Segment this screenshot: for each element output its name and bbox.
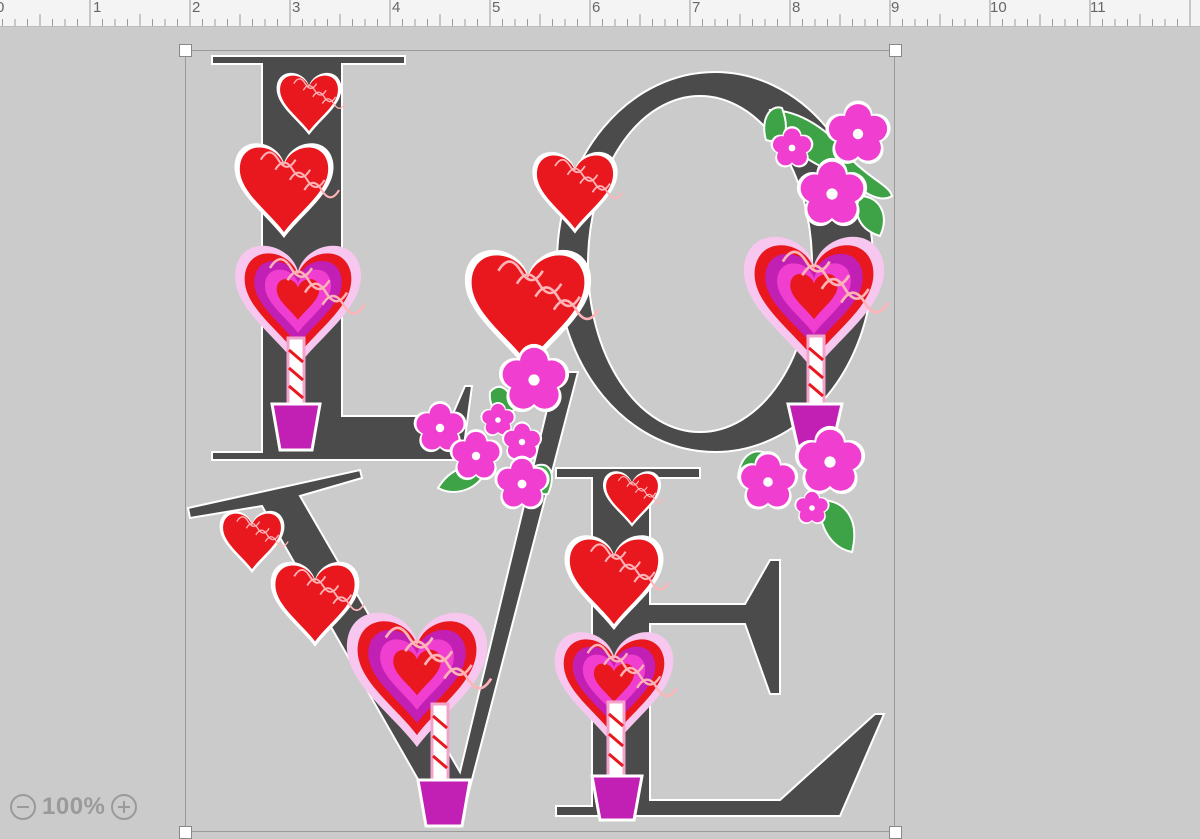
design-canvas[interactable] [0, 27, 1200, 839]
top-ruler[interactable]: 0 1 2 3 4 5 6 7 8 9 10 11 [0, 0, 1200, 27]
zoom-in-icon[interactable] [111, 794, 138, 820]
resize-handle-top-left[interactable] [179, 44, 192, 57]
ruler-label-5: 5 [492, 0, 501, 16]
resize-handle-bottom-left[interactable] [179, 826, 192, 839]
ruler-label-4: 4 [392, 0, 401, 16]
zoom-level: 100% [42, 793, 106, 820]
resize-handle-top-right[interactable] [889, 44, 902, 57]
ruler-label-1: 1 [93, 0, 102, 16]
ruler-label-7: 7 [692, 0, 701, 16]
ruler-label-0: 0 [0, 0, 5, 16]
zoom-controls: 100% [10, 790, 138, 824]
ruler-label-3: 3 [292, 0, 301, 16]
ruler-label-8: 8 [792, 0, 801, 16]
zoom-out-icon[interactable] [10, 794, 36, 820]
ruler-label-9: 9 [891, 0, 900, 16]
ruler-label-6: 6 [592, 0, 601, 16]
ruler-label-10: 10 [990, 0, 1007, 16]
ruler-label-2: 2 [192, 0, 201, 16]
resize-handle-bottom-right[interactable] [889, 826, 902, 839]
selection-box[interactable] [185, 50, 895, 832]
ruler-label-11: 11 [1090, 0, 1106, 16]
